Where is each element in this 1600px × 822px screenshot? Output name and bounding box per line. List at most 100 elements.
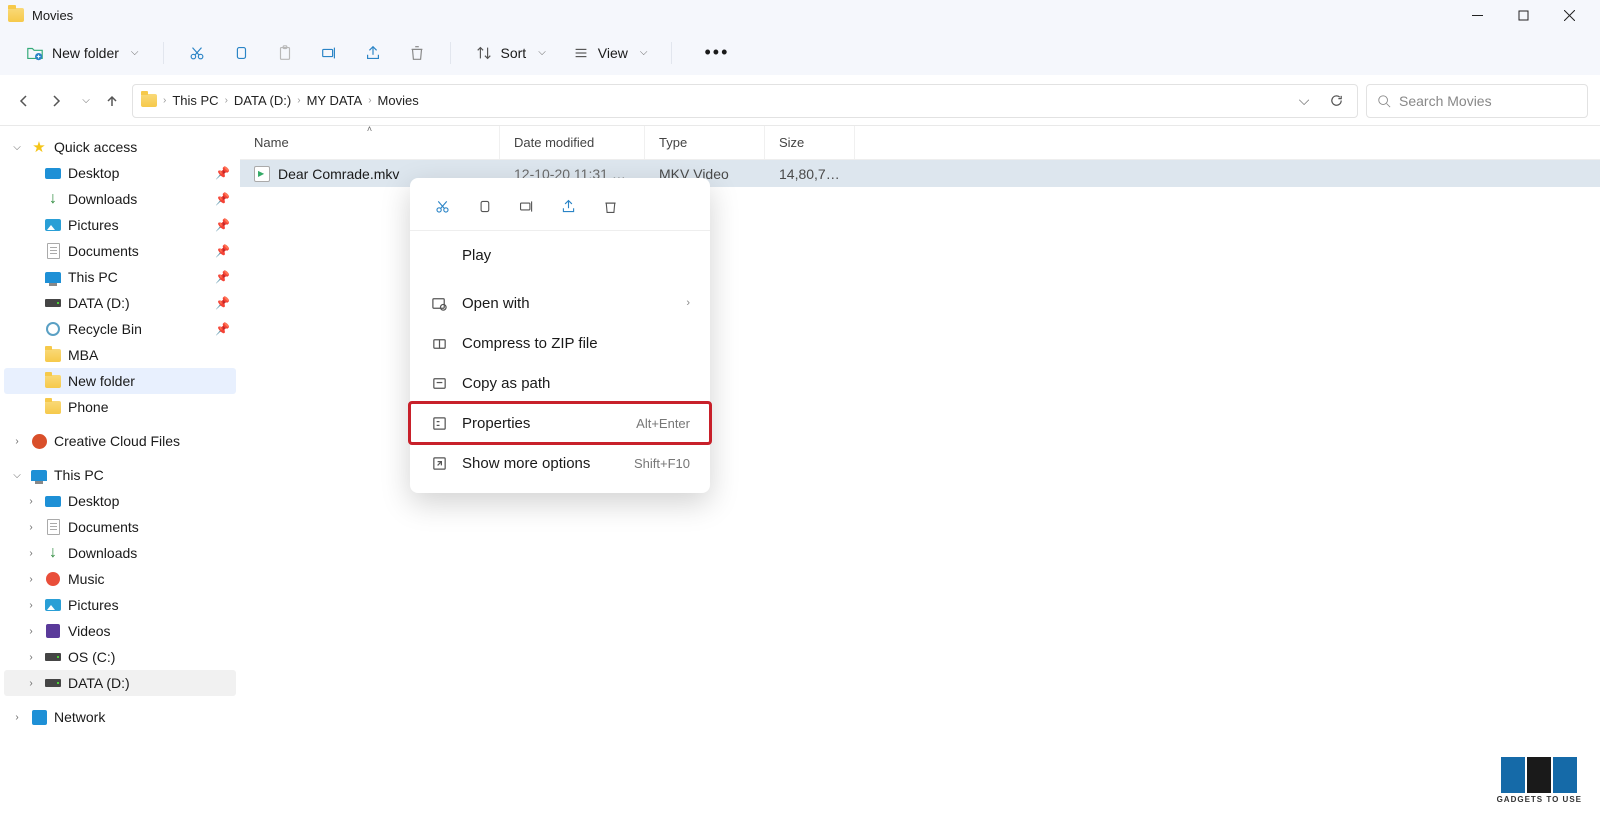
search-box[interactable]: Search Movies <box>1366 84 1588 118</box>
maximize-button[interactable] <box>1500 0 1546 30</box>
ctx-properties[interactable]: Properties Alt+Enter <box>410 403 710 443</box>
sidebar-item-this-pc[interactable]: This PC📌 <box>4 264 236 290</box>
refresh-button[interactable] <box>1323 93 1349 108</box>
sidebar-item-label: Desktop <box>68 165 209 181</box>
folder-icon <box>45 401 61 414</box>
column-headers: ˄Name Date modified Type Size <box>240 126 1600 160</box>
sidebar-item-label: Creative Cloud Files <box>54 433 230 449</box>
sidebar-item-data-d[interactable]: ›DATA (D:) <box>4 670 236 696</box>
ctx-label: Play <box>462 247 690 264</box>
sort-icon <box>475 44 493 62</box>
column-name[interactable]: ˄Name <box>240 126 500 159</box>
sidebar-item-downloads[interactable]: ›↓Downloads <box>4 540 236 566</box>
sidebar-item-label: DATA (D:) <box>68 295 209 311</box>
address-dropdown-button[interactable]: ⌵ <box>1291 92 1317 109</box>
pin-icon: 📌 <box>215 166 230 180</box>
sidebar-creative-cloud[interactable]: › Creative Cloud Files <box>4 428 236 454</box>
ctx-compress-zip[interactable]: Compress to ZIP file <box>410 323 710 363</box>
sidebar-item-pictures[interactable]: Pictures📌 <box>4 212 236 238</box>
ctx-copy-button[interactable] <box>470 192 498 220</box>
sort-label: Sort <box>501 45 527 61</box>
sidebar-item-os-c[interactable]: ›OS (C:) <box>4 644 236 670</box>
view-icon <box>572 44 590 62</box>
ctx-label: Properties <box>462 415 622 432</box>
sidebar-item-data-d[interactable]: DATA (D:)📌 <box>4 290 236 316</box>
ctx-share-button[interactable] <box>554 192 582 220</box>
music-icon <box>46 572 60 586</box>
window-title: Movies <box>32 8 1454 23</box>
ctx-delete-button[interactable] <box>596 192 624 220</box>
sidebar-item-new-folder[interactable]: New folder <box>4 368 236 394</box>
folder-icon <box>45 349 61 362</box>
ctx-shortcut: Shift+F10 <box>634 456 690 471</box>
breadcrumb-segment[interactable]: Movies <box>378 93 419 108</box>
separator <box>450 42 451 64</box>
ctx-cut-button[interactable] <box>428 192 456 220</box>
sidebar-item-label: New folder <box>68 373 230 389</box>
ctx-play[interactable]: Play <box>410 235 710 275</box>
ctx-copy-path[interactable]: Copy as path <box>410 363 710 403</box>
back-button[interactable] <box>12 89 36 113</box>
paste-button[interactable] <box>266 38 304 68</box>
folder-icon <box>141 94 157 107</box>
rename-button[interactable] <box>310 38 348 68</box>
navigation-pane: ⌵ ★ Quick access Desktop📌 ↓Downloads📌 Pi… <box>0 126 240 822</box>
share-button[interactable] <box>354 38 392 68</box>
breadcrumb-separator: › <box>297 95 300 106</box>
sidebar-item-videos[interactable]: ›Videos <box>4 618 236 644</box>
sidebar-this-pc[interactable]: ⌵This PC <box>4 462 236 488</box>
ctx-label: Copy as path <box>462 375 690 392</box>
view-label: View <box>598 45 628 61</box>
ctx-label: Show more options <box>462 455 620 472</box>
sort-button[interactable]: Sort ⌵ <box>465 38 556 68</box>
sidebar-item-desktop[interactable]: Desktop 📌 <box>4 160 236 186</box>
breadcrumb-segment[interactable]: MY DATA <box>307 93 363 108</box>
chevron-down-icon: ⌵ <box>538 47 546 58</box>
ctx-rename-button[interactable] <box>512 192 540 220</box>
sidebar-item-mba[interactable]: MBA <box>4 342 236 368</box>
download-icon: ↓ <box>44 544 62 562</box>
address-bar[interactable]: › This PC › DATA (D:) › MY DATA › Movies… <box>132 84 1358 118</box>
pin-icon: 📌 <box>215 192 230 206</box>
sidebar-item-downloads[interactable]: ↓Downloads📌 <box>4 186 236 212</box>
sidebar-item-documents[interactable]: Documents📌 <box>4 238 236 264</box>
recent-locations-button[interactable]: ⌵ <box>76 89 92 113</box>
view-button[interactable]: View ⌵ <box>562 38 658 68</box>
pictures-icon <box>45 219 61 231</box>
column-label: Date modified <box>514 135 594 150</box>
sidebar-quick-access[interactable]: ⌵ ★ Quick access <box>4 134 236 160</box>
minimize-button[interactable] <box>1454 0 1500 30</box>
network-icon <box>32 710 47 725</box>
close-button[interactable] <box>1546 0 1592 30</box>
ctx-show-more[interactable]: Show more options Shift+F10 <box>410 443 710 483</box>
sidebar-item-label: OS (C:) <box>68 649 230 665</box>
more-button[interactable]: ••• <box>686 36 747 69</box>
sidebar-item-label: Downloads <box>68 545 230 561</box>
breadcrumb-segment[interactable]: DATA (D:) <box>234 93 291 108</box>
sidebar-item-pictures[interactable]: ›Pictures <box>4 592 236 618</box>
column-date[interactable]: Date modified <box>500 126 645 159</box>
up-button[interactable] <box>100 89 124 113</box>
sidebar-item-phone[interactable]: Phone <box>4 394 236 420</box>
sidebar-item-music[interactable]: ›Music <box>4 566 236 592</box>
delete-button[interactable] <box>398 38 436 68</box>
sidebar-network[interactable]: › Network <box>4 704 236 730</box>
ctx-open-with[interactable]: Open with › <box>410 283 710 323</box>
expand-icon: › <box>10 436 24 447</box>
column-type[interactable]: Type <box>645 126 765 159</box>
expand-icon: › <box>10 712 24 723</box>
sidebar-item-documents[interactable]: ›Documents <box>4 514 236 540</box>
breadcrumb-segment[interactable]: This PC <box>172 93 218 108</box>
navigation-row: ⌵ › This PC › DATA (D:) › MY DATA › Movi… <box>0 76 1600 126</box>
paste-icon <box>276 44 294 62</box>
cut-button[interactable] <box>178 38 216 68</box>
column-size[interactable]: Size <box>765 126 855 159</box>
forward-button[interactable] <box>44 89 68 113</box>
documents-icon <box>47 243 60 259</box>
sidebar-item-label: This PC <box>68 269 209 285</box>
new-folder-button[interactable]: New folder ⌵ <box>16 38 149 68</box>
sidebar-item-desktop[interactable]: ›Desktop <box>4 488 236 514</box>
sidebar-item-label: Network <box>54 709 230 725</box>
copy-button[interactable] <box>222 38 260 68</box>
sidebar-item-recycle-bin[interactable]: Recycle Bin📌 <box>4 316 236 342</box>
